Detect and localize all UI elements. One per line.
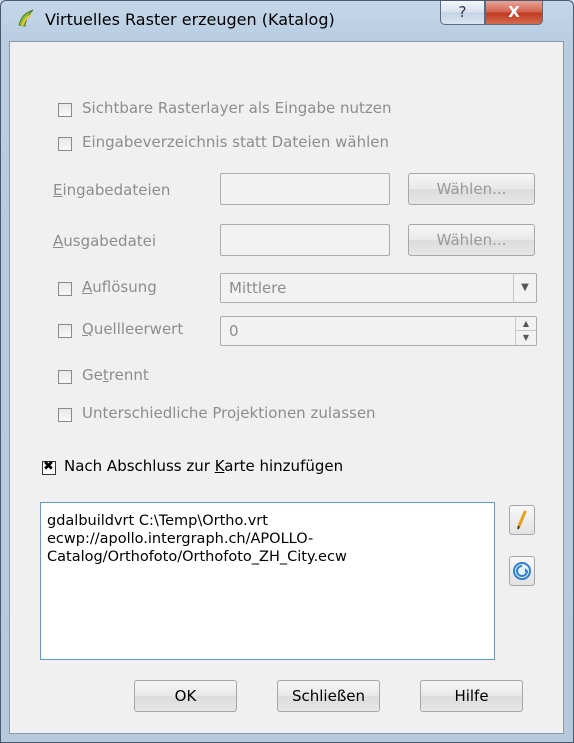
- help-button[interactable]: Hilfe: [420, 680, 523, 712]
- ok-button[interactable]: OK: [134, 680, 237, 712]
- input-files-choose-button[interactable]: Wählen...: [408, 173, 535, 205]
- spin-arrows: ▲ ▼: [515, 317, 536, 345]
- spin-down-icon[interactable]: ▼: [516, 331, 536, 345]
- pencil-icon: [517, 510, 527, 530]
- refresh-command-button[interactable]: [509, 556, 535, 586]
- command-textarea[interactable]: gdalbuildvrt C:\Temp\Ortho.vrt ecwp://ap…: [40, 502, 495, 660]
- separate-label: Getrennt: [82, 366, 149, 384]
- input-files-label: Eingabedateien: [53, 181, 171, 199]
- nodata-value: 0: [229, 322, 239, 340]
- spin-up-icon[interactable]: ▲: [516, 317, 536, 331]
- output-file-choose-button[interactable]: Wählen...: [408, 224, 535, 256]
- allow-projections-checkbox[interactable]: [58, 408, 72, 422]
- nodata-label: Quellleerwert: [82, 320, 184, 338]
- output-file-label: Ausgabedatei: [53, 232, 157, 250]
- resolution-checkbox[interactable]: [58, 282, 72, 296]
- refresh-icon: [513, 562, 531, 580]
- window-title: Virtuelles Raster erzeugen (Katalog): [45, 10, 335, 29]
- input-dir-label: Eingabeverzeichnis statt Dateien wählen: [82, 133, 389, 151]
- input-dir-checkbox[interactable]: [58, 137, 72, 151]
- chevron-down-icon[interactable]: ▼: [513, 274, 536, 302]
- nodata-checkbox[interactable]: [58, 324, 72, 338]
- nodata-spinbox[interactable]: 0 ▲ ▼: [220, 316, 537, 346]
- qgis-icon: [18, 9, 34, 27]
- separate-checkbox[interactable]: [58, 370, 72, 384]
- add-to-map-checkbox[interactable]: [42, 459, 56, 475]
- close-title-button[interactable]: X: [485, 1, 543, 25]
- title-bar[interactable]: Virtuelles Raster erzeugen (Katalog) ? X: [1, 1, 573, 33]
- resolution-select[interactable]: Mittlere ▼: [220, 273, 537, 303]
- resolution-value: Mittlere: [229, 279, 287, 297]
- dialog-client: Sichtbare Rasterlayer als Eingabe nutzen…: [9, 41, 564, 734]
- edit-command-button[interactable]: [509, 505, 535, 535]
- input-files-field[interactable]: [220, 173, 390, 205]
- resolution-label: Auflösung: [82, 278, 157, 296]
- output-file-field[interactable]: [220, 224, 390, 256]
- allow-projections-label: Unterschiedliche Projektionen zulassen: [82, 404, 376, 422]
- visible-layers-checkbox[interactable]: [58, 103, 72, 117]
- close-button[interactable]: Schließen: [277, 680, 380, 712]
- add-to-map-label: Nach Abschluss zur Karte hinzufügen: [64, 457, 344, 475]
- help-title-button[interactable]: ?: [440, 1, 485, 25]
- visible-layers-label: Sichtbare Rasterlayer als Eingabe nutzen: [82, 99, 392, 117]
- dialog-window: Virtuelles Raster erzeugen (Katalog) ? X…: [0, 0, 574, 743]
